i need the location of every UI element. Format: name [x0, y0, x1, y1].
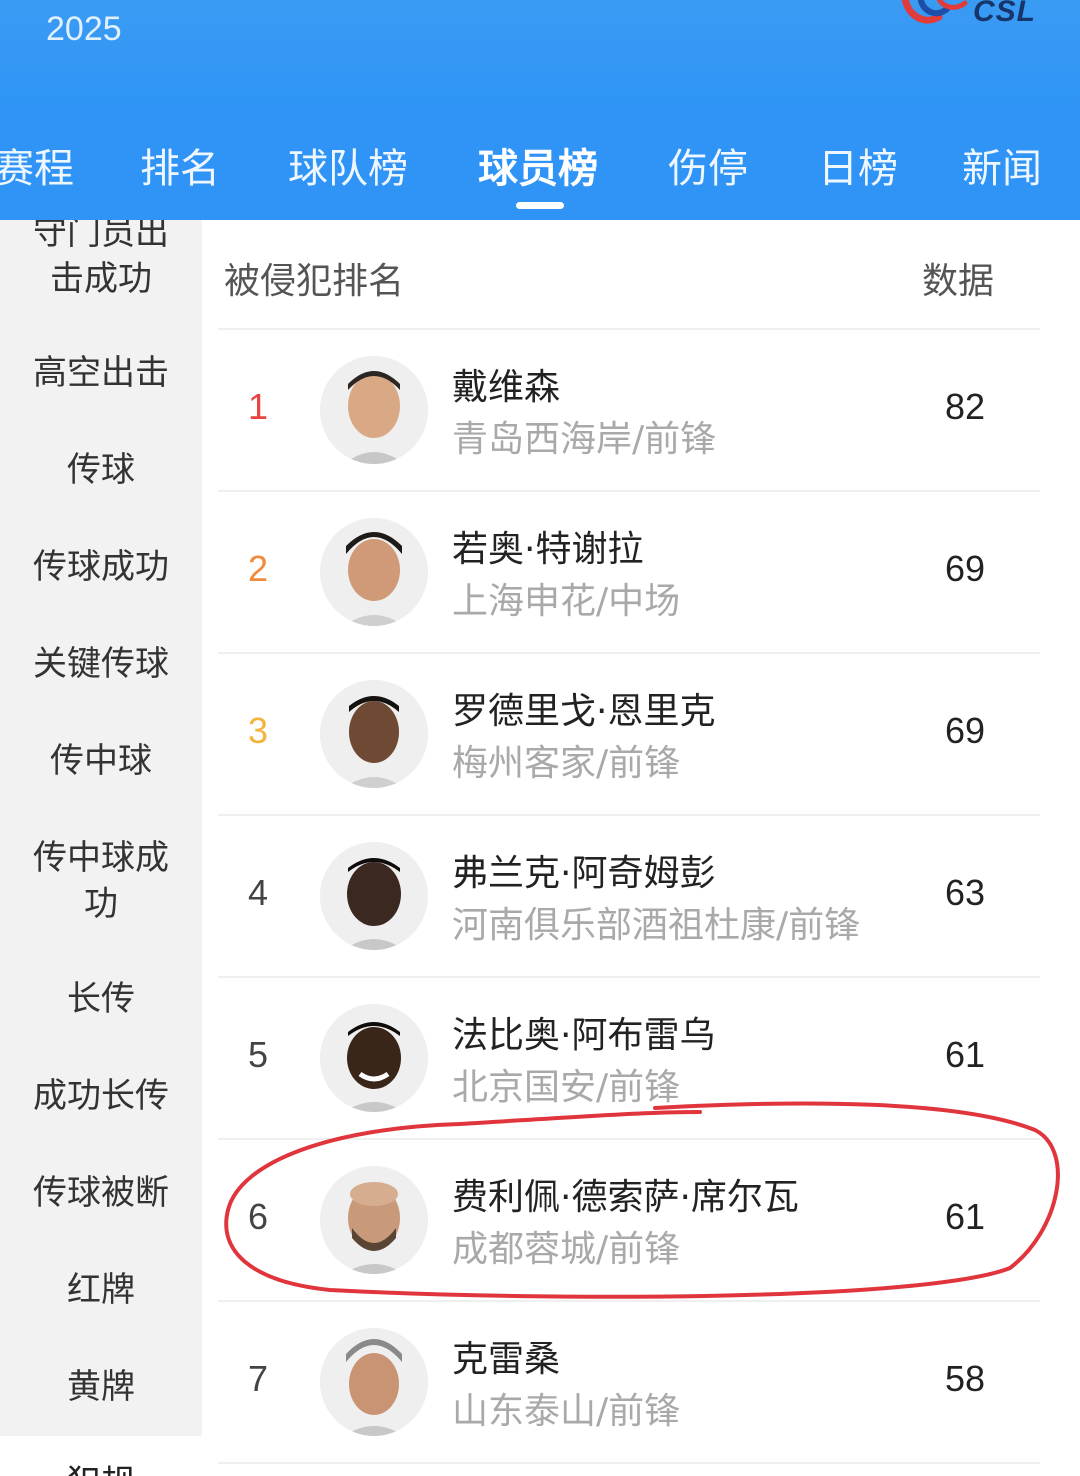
sidebar-item-fouls[interactable]: 犯规: [0, 1460, 202, 1476]
divider: [218, 1462, 1040, 1464]
ranking-row[interactable]: 2 若奥·特谢拉 上海申花/中场 69: [218, 492, 1040, 654]
ranking-row[interactable]: 5 法比奥·阿布雷乌 北京国安/前锋 61: [218, 978, 1040, 1140]
sidebar-item-crosses[interactable]: 传中球: [0, 738, 202, 784]
rank-number: 2: [247, 548, 269, 589]
tab-injuries[interactable]: 伤停: [668, 136, 748, 196]
stat-value: 69: [944, 710, 986, 751]
ranking-row[interactable]: 3 罗德里戈·恩里克 梅州客家/前锋 69: [218, 654, 1040, 816]
ranking-row[interactable]: 1 戴维森 青岛西海岸/前锋 82: [218, 330, 1040, 492]
rank-number: 3: [247, 710, 269, 751]
tab-player-stats[interactable]: 球员榜: [478, 136, 598, 196]
sidebar-item-passes[interactable]: 传球: [0, 447, 202, 493]
tab-schedule[interactable]: 赛程: [0, 136, 74, 196]
data-column-header: 数据: [922, 261, 995, 302]
sidebar-item-successful-passes[interactable]: 传球成功: [0, 544, 202, 590]
sidebar-item-successful-long-balls[interactable]: 成功长传: [0, 1073, 202, 1119]
sidebar-item-high-claims[interactable]: 高空出击: [0, 350, 202, 396]
rank-number: 5: [247, 1034, 269, 1075]
player-team-position: 河南俱乐部酒祖杜康/前锋: [452, 905, 861, 946]
player-name: 戴维森: [452, 367, 561, 408]
ranking-row[interactable]: 4 弗兰克·阿奇姆彭 河南俱乐部酒祖杜康/前锋 63: [218, 816, 1040, 978]
active-tab-indicator: [516, 202, 564, 209]
player-name: 费利佩·德索萨·席尔瓦: [452, 1177, 799, 1218]
stat-value: 58: [944, 1358, 986, 1399]
csl-logo-icon: [899, 0, 969, 29]
stat-value: 69: [944, 548, 986, 589]
stat-value: 61: [944, 1034, 986, 1075]
player-avatar: [320, 1328, 428, 1436]
rank-number: 4: [247, 872, 269, 913]
tab-daily[interactable]: 日榜: [818, 136, 898, 196]
sidebar-item-key-passes[interactable]: 关键传球: [0, 641, 202, 687]
csl-logo: CSL: [899, 0, 1036, 32]
player-name: 罗德里戈·恩里克: [452, 691, 716, 732]
sidebar-item-long-balls[interactable]: 长传: [0, 976, 202, 1022]
rank-number: 1: [247, 386, 269, 427]
player-name: 弗兰克·阿奇姆彭: [452, 853, 716, 894]
player-avatar: [320, 842, 428, 950]
player-avatar: [320, 1166, 428, 1274]
player-avatar: [320, 1004, 428, 1112]
nav-tabs: 赛程 排名 球队榜 球员榜 伤停 日榜 新闻: [0, 106, 1080, 220]
player-team-position: 山东泰山/前锋: [452, 1391, 681, 1432]
csl-logo-text: CSL: [973, 0, 1036, 28]
player-team-position: 北京国安/前锋: [452, 1067, 681, 1108]
ranking-row-highlighted[interactable]: 6 费利佩·德索萨·席尔瓦 成都蓉城/前锋 61: [218, 1140, 1040, 1302]
player-name: 若奥·特谢拉: [452, 529, 644, 570]
sidebar-item-successful-crosses[interactable]: 传中球成功: [0, 835, 202, 927]
stat-value: 63: [944, 872, 986, 913]
player-avatar: [320, 356, 428, 464]
player-team-position: 上海申花/中场: [452, 581, 681, 622]
player-name: 克雷桑: [452, 1339, 561, 1380]
ranking-title: 被侵犯排名: [224, 261, 405, 302]
header-bar: 2025 CSL: [0, 0, 1080, 106]
sidebar-selected-item[interactable]: 犯规: [0, 1436, 202, 1476]
stat-value: 61: [944, 1196, 986, 1237]
tab-standings[interactable]: 排名: [140, 136, 220, 196]
rank-number: 6: [247, 1196, 269, 1237]
player-team-position: 梅州客家/前锋: [452, 743, 681, 784]
rank-number: 7: [247, 1358, 269, 1399]
app-screen: 2025 CSL 赛程 排名 球队榜 球员榜 伤停 日榜 新闻 守门员出击成功 …: [0, 0, 1080, 1476]
player-name: 法比奥·阿布雷乌: [452, 1015, 716, 1056]
stats-category-sidebar[interactable]: 守门员出击成功 高空出击 传球 传球成功 关键传球 传中球 传中球成功 长传 成…: [0, 220, 202, 1476]
season-label: 2025: [46, 10, 122, 48]
tab-news[interactable]: 新闻: [962, 136, 1042, 196]
sidebar-item-red-cards[interactable]: 红牌: [0, 1267, 202, 1313]
player-avatar: [320, 680, 428, 788]
player-team-position: 青岛西海岸/前锋: [452, 419, 717, 460]
player-team-position: 成都蓉城/前锋: [452, 1229, 681, 1270]
tab-team-stats[interactable]: 球队榜: [288, 136, 408, 196]
stat-value: 82: [944, 386, 986, 427]
sidebar-item-yellow-cards[interactable]: 黄牌: [0, 1364, 202, 1410]
sidebar-item-gk-sweeper-success[interactable]: 守门员出击成功: [0, 220, 202, 302]
sidebar-item-passes-intercepted[interactable]: 传球被断: [0, 1170, 202, 1216]
player-avatar: [320, 518, 428, 626]
ranking-row[interactable]: 7 克雷桑 山东泰山/前锋 58: [218, 1302, 1040, 1464]
